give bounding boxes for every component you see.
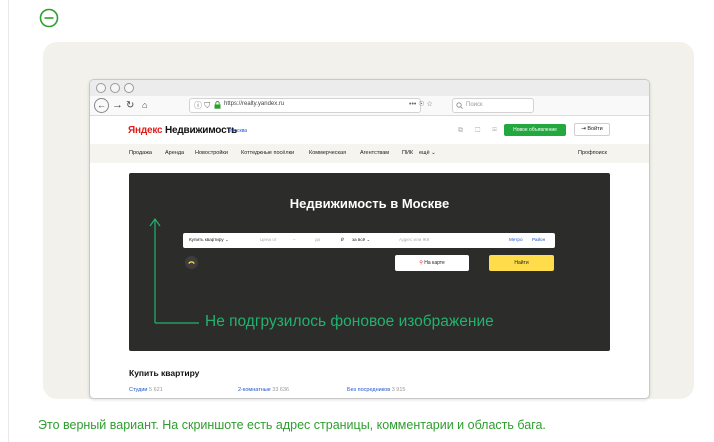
- nav-item-agencies[interactable]: Агентствам: [360, 150, 389, 156]
- minimize-window-icon[interactable]: [110, 83, 120, 93]
- buy-link-count: 5 621: [149, 387, 163, 393]
- header-icons[interactable]: ⧉ ☐ ✉: [458, 127, 502, 135]
- buy-link-studios[interactable]: Студии 5 621: [129, 387, 163, 393]
- search-icon: [456, 102, 463, 109]
- window-titlebar: [90, 80, 649, 96]
- page-actions-icon[interactable]: ••• ☉ ☆: [409, 100, 433, 108]
- nav-item-pik[interactable]: ПИК: [402, 150, 413, 156]
- reload-icon[interactable]: ↻: [126, 98, 134, 113]
- site-logo[interactable]: Яндекс Недвижимость: [128, 125, 237, 136]
- maximize-window-icon[interactable]: [124, 83, 134, 93]
- nav-item-cottages[interactable]: Коттеджные посёлки: [241, 150, 294, 156]
- site-info-icon[interactable]: ⓘ ⛉: [194, 100, 210, 111]
- circle-minus-icon[interactable]: [39, 8, 59, 28]
- caption-text: Это верный вариант. На скриншоте есть ад…: [38, 418, 546, 432]
- buy-link-2-room[interactable]: 2-комнатные 33 636: [238, 387, 289, 393]
- lock-icon: [214, 101, 221, 109]
- buy-link-count: 33 636: [272, 387, 290, 393]
- nav-item-commercial[interactable]: Коммерческая: [309, 150, 346, 156]
- forward-arrow-icon[interactable]: →: [112, 98, 123, 113]
- buy-link-label: Студии: [129, 387, 148, 393]
- back-arrow-icon[interactable]: ←: [94, 98, 109, 113]
- buy-section-title: Купить квартиру: [129, 368, 200, 378]
- nav-item-profsearch[interactable]: Профпоиск: [578, 150, 607, 156]
- annotation-comment: Не подгрузилось фоновое изображение: [205, 313, 494, 330]
- hero-banner: Недвижимость в Москве Купить квартиру ⌄ …: [129, 173, 610, 351]
- nav-item-rent[interactable]: Аренда: [165, 150, 184, 156]
- login-icon: ⇥: [581, 126, 586, 132]
- buy-link-count: 3 915: [391, 387, 406, 393]
- site-nav: Продажа Аренда Новостройки Коттеджные по…: [90, 144, 649, 163]
- logo-yandex: Яндекс: [128, 125, 163, 136]
- browser-search-input[interactable]: Поиск: [452, 98, 534, 113]
- address-bar[interactable]: ⓘ ⛉ https://realty.yandex.ru: [189, 98, 421, 113]
- nav-item-new-buildings[interactable]: Новостройки: [195, 150, 228, 156]
- buy-link-label: 2-комнатные: [238, 387, 271, 393]
- home-icon[interactable]: ⌂: [142, 98, 147, 113]
- browser-window: ← → ↻ ⌂ ⓘ ⛉ https://realty.yandex.ru •••…: [89, 79, 650, 399]
- browser-toolbar: ← → ↻ ⌂ ⓘ ⛉ https://realty.yandex.ru •••…: [90, 96, 649, 116]
- site-header: Яндекс Недвижимость Москва ⧉ ☐ ✉ Новое о…: [90, 116, 649, 144]
- buy-link-label: Без посредников: [347, 387, 391, 393]
- search-placeholder: Поиск: [466, 102, 483, 108]
- post-ad-button[interactable]: Новое объявление: [504, 124, 566, 136]
- nav-item-more[interactable]: ещё ⌄: [419, 150, 436, 156]
- buy-link-no-agents[interactable]: Без посредников 3 915: [347, 387, 405, 393]
- login-label: Войти: [587, 126, 603, 132]
- url-text: https://realty.yandex.ru: [224, 101, 285, 107]
- login-button[interactable]: ⇥ Войти: [574, 123, 610, 136]
- logo-realty: Недвижимость: [164, 125, 238, 136]
- close-window-icon[interactable]: [96, 83, 106, 93]
- left-rule: [8, 0, 9, 442]
- city-selector[interactable]: Москва: [230, 128, 247, 134]
- nav-item-sale[interactable]: Продажа: [129, 150, 152, 156]
